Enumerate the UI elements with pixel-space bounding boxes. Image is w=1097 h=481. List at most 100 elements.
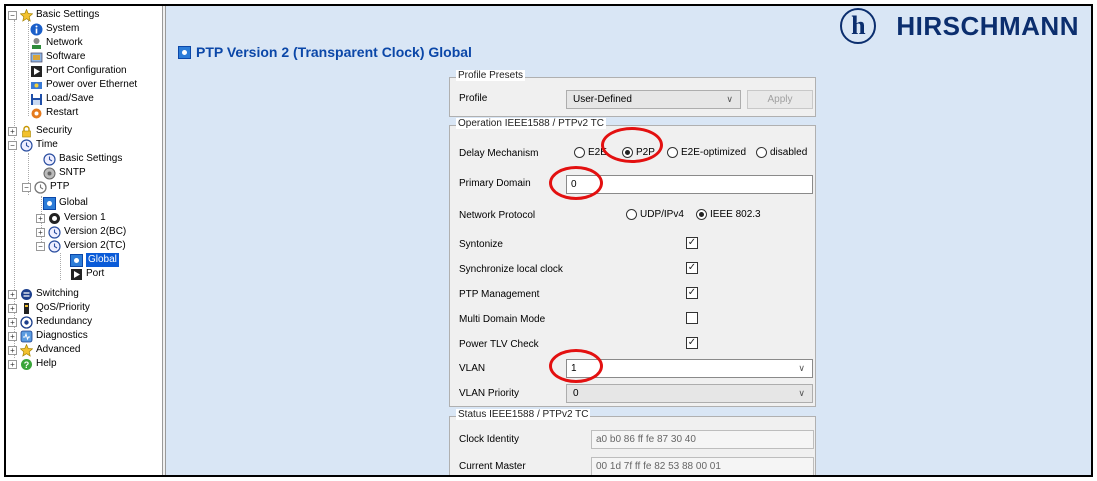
current-master-field: 00 1d 7f ff fe 82 53 88 00 01 [591,457,814,475]
expand-icon[interactable]: + [8,126,17,136]
radio-protocol-udp-ipv4[interactable]: UDP/IPv4 [626,209,684,220]
tree-item-restart[interactable]: Restart [29,106,78,120]
current-master-label: Current Master [459,461,526,472]
tree-label: Advanced [36,344,81,355]
radio-delay-disabled[interactable]: disabled [756,147,807,158]
tree-item-ptp-global[interactable]: Global [42,196,88,210]
tree-item-power-over-ethernet[interactable]: Power over Ethernet [29,78,137,92]
tree-item-load-save[interactable]: Load/Save [29,92,94,106]
tree-item-port-configuration[interactable]: Port Configuration [29,64,127,78]
gear-icon [47,212,61,225]
tree-item-advanced[interactable]: + Advanced [8,343,80,357]
radio-delay-e2e-optimized[interactable]: E2E-optimized [667,147,746,158]
vlan-label: VLAN [459,363,486,374]
expand-icon[interactable]: + [36,227,45,237]
chevron-down-icon: ∨ [726,94,733,104]
expand-icon[interactable]: + [8,345,17,355]
tree-item-version-2-bc[interactable]: + Version 2(BC) [36,225,126,239]
radio-button[interactable] [696,209,707,220]
expand-icon[interactable]: + [8,303,17,313]
tree-label: Version 1 [64,212,106,223]
sync-local-clock-checkbox[interactable]: ✓ [686,262,698,274]
tree-label: PTP [50,181,70,192]
collapse-icon[interactable]: − [22,182,31,192]
radio-protocol-ieee-802-3[interactable]: IEEE 802.3 [696,209,761,220]
tree-item-help[interactable]: + ? Help [8,357,57,371]
vlan-combobox[interactable]: 1 ∨ [566,359,813,378]
port-icon [69,268,83,281]
tree-label: Software [46,51,86,62]
tree-item-switching[interactable]: + Switching [8,287,79,301]
tree-item-basic-settings[interactable]: − Basic Settings [8,8,99,22]
apply-button[interactable]: Apply [747,90,813,109]
app-window: − Basic Settings System Network Software… [4,4,1093,477]
radio-button[interactable] [626,209,637,220]
vlan-priority-value: 0 [573,388,579,399]
tree-item-version-2-tc[interactable]: − Version 2(TC) [36,239,126,253]
hirschmann-logo-icon: h [840,8,877,44]
tree-item-qos-priority[interactable]: + QoS/Priority [8,301,90,315]
tree-label: Restart [46,107,79,118]
tree-item-version-2-tc-global[interactable]: Global [69,253,119,267]
profile-select[interactable]: User-Defined ∨ [566,90,741,109]
tree-item-ptp[interactable]: − PTP [22,180,69,194]
expand-icon[interactable]: + [36,213,45,223]
page-title-text: PTP Version 2 (Transparent Clock) Global [196,44,472,60]
brand-logo: h HIRSCHMANN [840,8,1079,44]
tree-item-security[interactable]: + Security [8,124,72,138]
collapse-icon[interactable]: − [36,241,45,251]
ptp-management-checkbox[interactable]: ✓ [686,287,698,299]
annotation-circle-p2p [601,127,663,163]
radio-button[interactable] [756,147,767,158]
tree-item-system[interactable]: System [29,22,79,36]
expand-icon[interactable]: + [8,359,17,369]
tree-item-version-1[interactable]: + Version 1 [36,211,106,225]
global-icon [178,45,191,59]
tree-item-time[interactable]: − Time [8,138,58,152]
expand-icon[interactable]: + [8,289,17,299]
radio-button[interactable] [667,147,678,158]
qos-icon [19,302,33,315]
tree-label: Version 2(BC) [64,226,127,237]
expand-icon[interactable]: + [8,317,17,327]
collapse-icon[interactable]: − [8,10,17,20]
clock-icon [42,152,56,166]
tree-item-time-basic-settings[interactable]: Basic Settings [42,152,122,166]
group-label: Profile Presets [456,70,526,81]
tree-label: Global [86,253,119,267]
expand-icon[interactable]: + [8,331,17,341]
tree-label: Redundancy [36,316,93,327]
sntp-icon [42,167,56,180]
annotation-circle-vlan [549,349,603,383]
vlan-priority-label: VLAN Priority [459,388,520,399]
main-content: Profile Presets Profile User-Defined ∨ A… [166,65,1091,475]
restart-icon [29,107,43,120]
poe-icon [29,79,43,92]
tree-item-sntp[interactable]: SNTP [42,166,86,180]
vlan-priority-select[interactable]: 0 ∨ [566,384,813,403]
tree-item-redundancy[interactable]: + Redundancy [8,315,92,329]
tree-item-network[interactable]: Network [29,36,83,50]
tree-item-version-2-tc-port[interactable]: Port [69,267,104,281]
radio-label: disabled [770,147,808,158]
syntonize-label: Syntonize [459,239,503,250]
radio-label: E2E-optimized [681,147,747,158]
tree-label: Power over Ethernet [46,79,138,90]
power-tlv-checkbox[interactable]: ✓ [686,337,698,349]
lock-icon [19,125,33,138]
star-icon [19,343,33,357]
collapse-icon[interactable]: − [8,140,17,150]
tree-label: Load/Save [46,93,94,104]
group-label: Operation IEEE1588 / PTPv2 TC [456,118,607,129]
syntonize-checkbox[interactable]: ✓ [686,237,698,249]
tree-label: Help [36,358,57,369]
tree-label: Basic Settings [36,9,100,20]
primary-domain-input[interactable]: 0 [566,175,813,194]
chevron-down-icon[interactable]: ∨ [798,360,805,377]
tree-label: Basic Settings [59,153,123,164]
tree-item-software[interactable]: Software [29,50,85,64]
radio-button[interactable] [574,147,585,158]
multi-domain-checkbox[interactable] [686,312,698,324]
tree-item-diagnostics[interactable]: + Diagnostics [8,329,88,343]
status-group: Status IEEE1588 / PTPv2 TC Clock Identit… [449,409,816,475]
